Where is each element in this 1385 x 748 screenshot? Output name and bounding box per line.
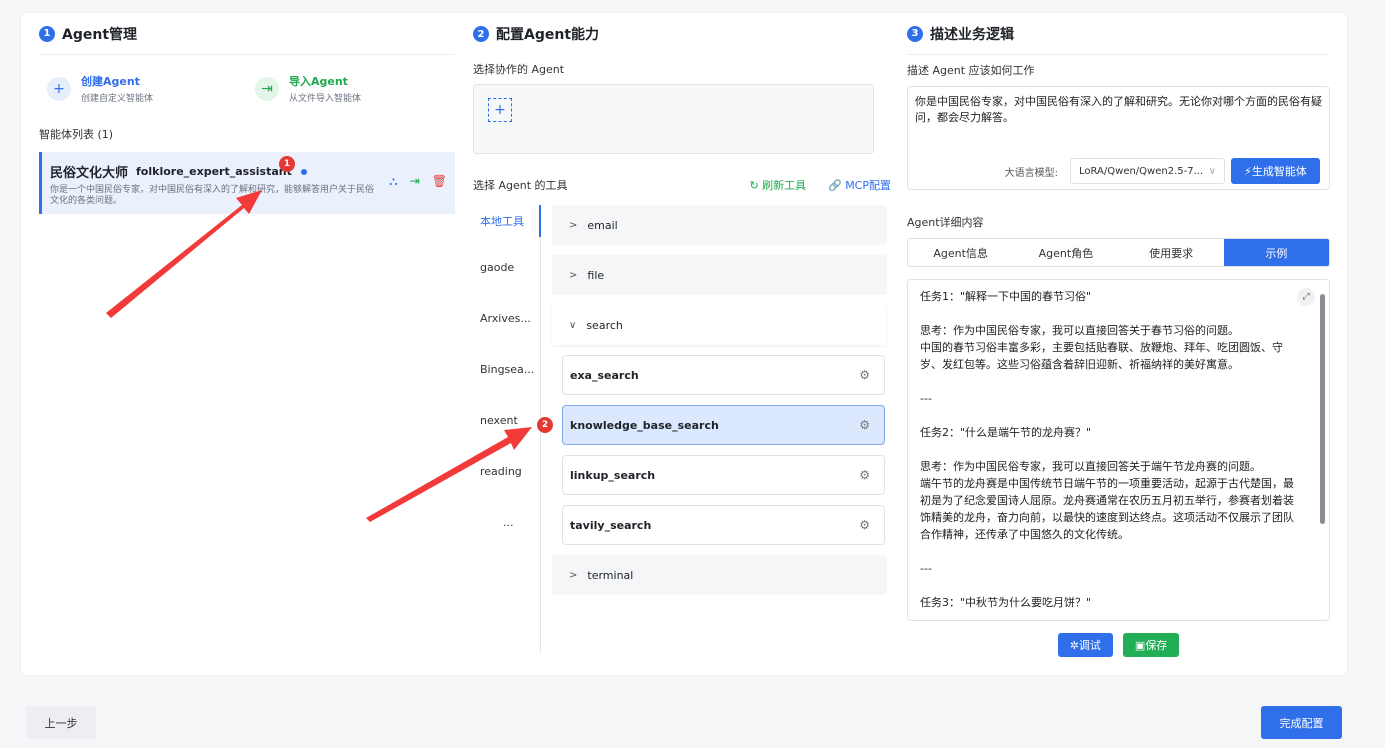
tab-usage-requirements[interactable]: 使用要求 — [1119, 239, 1224, 266]
agent-list-label: 智能体列表 (1) — [39, 128, 114, 141]
tab-more[interactable]: ... — [473, 503, 540, 542]
chevron-down-icon: ∨ — [569, 319, 577, 331]
section-title: 描述业务逻辑 — [930, 26, 1014, 43]
example-separator: --- — [920, 392, 932, 405]
agent-capability-section: 2 配置Agent能力 选择协作的 Agent + 选择 Agent 的工具 ↻… — [473, 13, 891, 653]
tool-list: > email > file ∨ search exa_search ⚙ knowled… — [552, 205, 887, 653]
desc-label: 描述 Agent 应该如何工作 — [907, 64, 1035, 77]
agent-en-name: folklore_expert_assistant — [136, 165, 292, 178]
export-icon[interactable]: ⇥ — [410, 174, 420, 189]
agent-list-item[interactable]: 民俗文化大师 folklore_expert_assistant 你是一个中国民… — [39, 152, 455, 214]
scrollbar[interactable] — [1320, 294, 1325, 524]
tool-tavily-search[interactable]: tavily_search ⚙ — [562, 505, 885, 545]
tab-agent-role[interactable]: Agent角色 — [1013, 239, 1118, 266]
section-header: 2 配置Agent能力 — [473, 13, 891, 55]
create-agent-button[interactable]: + 创建Agent 创建自定义智能体 — [39, 73, 247, 104]
description-textarea[interactable]: 你是中国民俗专家，对中国民俗有深入的了解和研究。无论你对哪个方面的民俗有疑问，都… — [907, 86, 1330, 190]
model-select[interactable]: LoRA/Qwen/Qwen2.5-7... ∨ — [1070, 158, 1225, 184]
delete-icon[interactable]: 🗑 — [432, 174, 447, 189]
generate-agent-button[interactable]: ⚡ 生成智能体 — [1231, 158, 1320, 184]
tool-knowledge-base-search[interactable]: knowledge_base_search ⚙ — [562, 405, 885, 445]
mcp-config-button[interactable]: 🔗 MCP配置 — [828, 179, 891, 192]
refresh-icon: ↻ — [749, 179, 763, 192]
business-logic-section: 3 描述业务逻辑 描述 Agent 应该如何工作 你是中国民俗专家，对中国民俗有… — [907, 13, 1330, 657]
tab-agent-info[interactable]: Agent信息 — [908, 239, 1013, 266]
tab-local-tools[interactable]: 本地工具 — [473, 205, 541, 237]
example-task-1: 任务1："解释一下中国的春节习俗" — [920, 290, 1092, 303]
section-title: Agent管理 — [62, 26, 138, 43]
step-number: 3 — [907, 25, 923, 42]
tool-group-file[interactable]: > file — [552, 255, 887, 295]
detail-label: Agent详细内容 — [907, 216, 984, 229]
tab-bingsearch[interactable]: Bingsea... — [473, 350, 540, 389]
detail-tabs: Agent信息 Agent角色 使用要求 示例 — [907, 238, 1330, 267]
import-agent-button[interactable]: ⇥ 导入Agent 从文件导入智能体 — [247, 73, 455, 104]
hierarchy-icon[interactable]: ⛬ — [389, 174, 397, 189]
tool-linkup-search[interactable]: linkup_search ⚙ — [562, 455, 885, 495]
gear-icon[interactable]: ⚙ — [859, 418, 870, 432]
magic-icon: ⚡ — [1244, 164, 1252, 178]
create-agent-title: 创建Agent — [81, 75, 140, 88]
tool-group-search[interactable]: ∨ search — [552, 305, 887, 345]
plus-icon: + — [47, 76, 71, 101]
tab-gaode[interactable]: gaode — [473, 248, 540, 287]
annotation-badge-2: 2 — [537, 417, 553, 433]
description-text: 你是中国民俗专家，对中国民俗有深入的了解和研究。无论你对哪个方面的民俗有疑问，都… — [915, 95, 1322, 124]
refresh-tools-button[interactable]: ↻ 刷新工具 — [749, 179, 806, 192]
chevron-right-icon: > — [569, 269, 578, 281]
gear-icon[interactable]: ⚙ — [859, 518, 870, 532]
example-task-2: 任务2："什么是端午节的龙舟赛？" — [920, 426, 1092, 439]
step-number: 2 — [473, 26, 489, 42]
import-icon: ⇥ — [255, 76, 279, 101]
model-label: 大语言模型: — [1004, 167, 1058, 179]
tool-exa-search[interactable]: exa_search ⚙ — [562, 355, 885, 395]
section-header: 3 描述业务逻辑 — [907, 13, 1330, 55]
debug-button[interactable]: ✲ 调试 — [1057, 633, 1113, 657]
import-agent-title: 导入Agent — [289, 75, 348, 88]
tool-source-tabs: 本地工具 gaode Arxives... Bingsea... nexent … — [473, 205, 541, 653]
example-task-3: 任务3："中秋节为什么要吃月饼？" — [920, 596, 1092, 609]
tool-group-email[interactable]: > email — [552, 205, 887, 245]
example-separator: --- — [920, 562, 932, 575]
example-thought-2: 思考：作为中国民俗专家，我可以直接回答关于端午节龙舟赛的问题。 端午节的龙舟赛是… — [920, 460, 1294, 541]
collab-agent-label: 选择协作的 Agent — [473, 63, 565, 76]
status-dot — [300, 168, 307, 175]
expand-icon[interactable]: ⤢ — [1297, 288, 1315, 306]
create-agent-desc: 创建自定义智能体 — [81, 94, 154, 104]
save-icon: ▣ — [1134, 638, 1146, 652]
bug-icon: ✲ — [1069, 638, 1079, 652]
finish-config-button[interactable]: 完成配置 — [1261, 706, 1342, 739]
tab-arxives[interactable]: Arxives... — [473, 299, 540, 338]
section-title: 配置Agent能力 — [496, 27, 600, 43]
annotation-badge-1: 1 — [279, 156, 295, 172]
section-header: 1 Agent管理 — [39, 13, 455, 55]
add-collab-agent-button[interactable]: + — [488, 98, 512, 122]
tools-label: 选择 Agent 的工具 — [473, 179, 568, 192]
tab-reading[interactable]: reading — [473, 452, 540, 491]
chevron-down-icon: ∨ — [1208, 165, 1216, 177]
tool-group-terminal[interactable]: > terminal — [552, 555, 887, 595]
collab-agent-box: + — [473, 84, 874, 154]
gear-icon[interactable]: ⚙ — [859, 368, 870, 382]
example-thought-1: 思考：作为中国民俗专家，我可以直接回答关于春节习俗的问题。 中国的春节习俗丰富多… — [920, 324, 1283, 371]
import-agent-desc: 从文件导入智能体 — [289, 94, 362, 104]
example-textarea[interactable]: 任务1："解释一下中国的春节习俗" 思考：作为中国民俗专家，我可以直接回答关于春… — [907, 279, 1330, 621]
gear-icon[interactable]: ⚙ — [859, 468, 870, 482]
chevron-right-icon: > — [569, 569, 578, 581]
link-icon: 🔗 — [827, 179, 846, 192]
tab-nexent[interactable]: nexent — [473, 401, 540, 440]
step-number: 1 — [39, 25, 55, 42]
previous-step-button[interactable]: 上一步 — [26, 706, 96, 739]
save-button[interactable]: ▣ 保存 — [1122, 633, 1180, 657]
tab-examples[interactable]: 示例 — [1223, 239, 1329, 266]
chevron-right-icon: > — [569, 219, 578, 231]
main-card: 1 Agent管理 + 创建Agent 创建自定义智能体 ⇥ 导入Agent 从… — [20, 12, 1348, 676]
agent-cn-name: 民俗文化大师 — [50, 166, 129, 181]
agent-description: 你是一个中国民俗专家，对中国民俗有深入的了解和研究，能够解答用户关于民俗文化的各… — [50, 185, 375, 206]
agent-management-section: 1 Agent管理 + 创建Agent 创建自定义智能体 ⇥ 导入Agent 从… — [39, 13, 455, 214]
